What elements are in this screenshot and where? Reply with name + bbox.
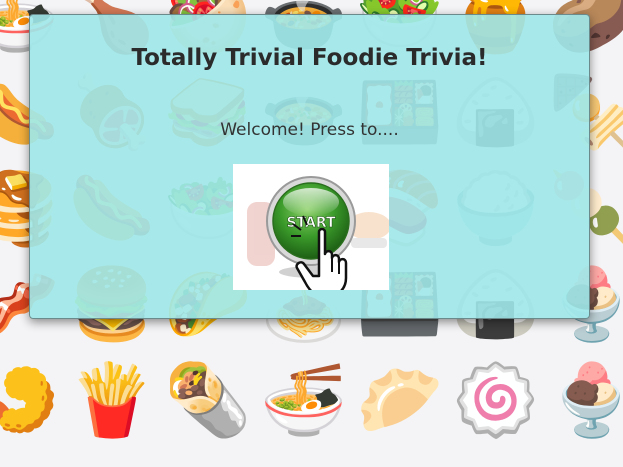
food-emoji-icon: 🥟: [356, 359, 444, 441]
food-emoji-icon: 🍟: [68, 359, 156, 441]
welcome-dialog: Totally Trivial Foodie Trivia! Welcome! …: [29, 14, 590, 319]
food-emoji-icon: 🌯: [164, 359, 252, 441]
game-title: Totally Trivial Foodie Trivia!: [131, 45, 488, 71]
start-button[interactable]: START: [233, 164, 389, 290]
food-emoji-icon: 🍜: [260, 359, 348, 441]
food-emoji-icon: 🍤: [0, 359, 60, 441]
welcome-message: Welcome! Press to....: [220, 120, 399, 140]
food-emoji-icon: 🍨: [548, 359, 623, 441]
start-label: START: [286, 215, 336, 231]
start-button-graphic: START: [247, 176, 389, 290]
food-emoji-icon: 🍥: [452, 359, 540, 441]
